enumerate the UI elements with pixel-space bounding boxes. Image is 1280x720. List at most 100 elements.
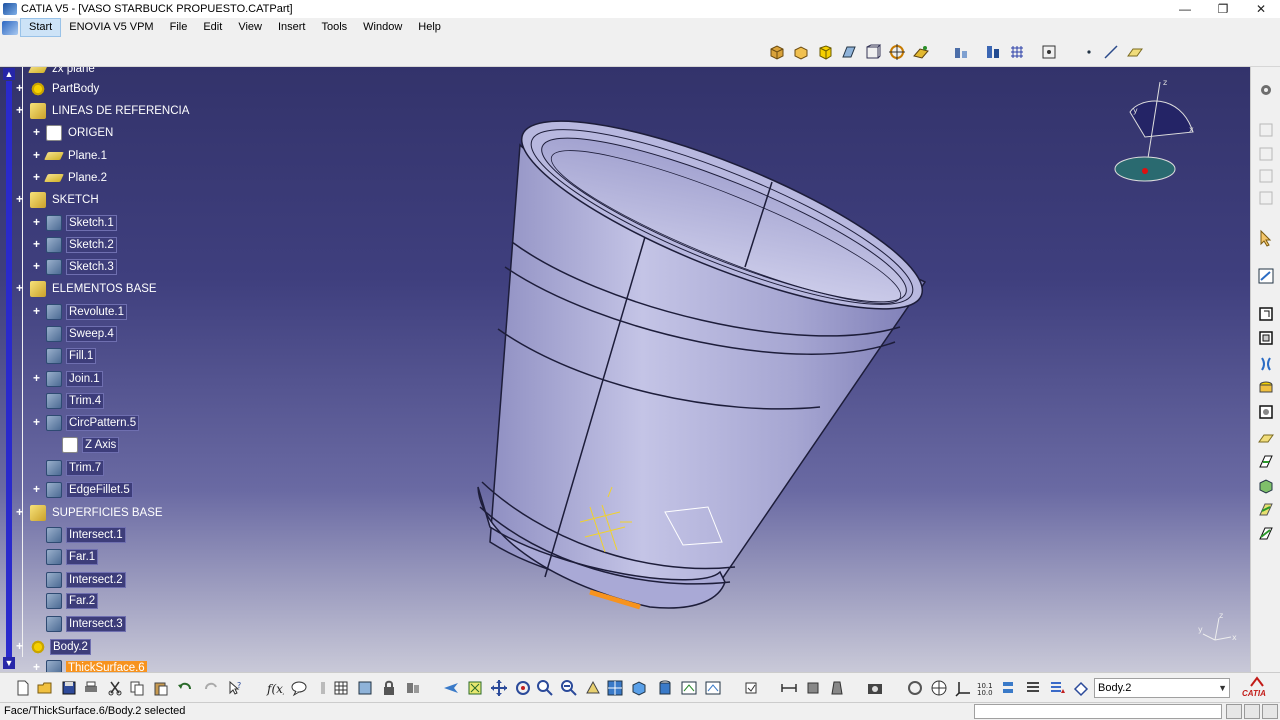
expand-plus-icon[interactable]: + bbox=[16, 192, 23, 206]
expand-plus-icon[interactable]: + bbox=[33, 170, 40, 184]
close-button[interactable]: ✕ bbox=[1242, 0, 1280, 18]
tree-node-superficies-base[interactable]: + SUPERFICIES BASE bbox=[16, 503, 165, 523]
menu-file[interactable]: File bbox=[162, 18, 196, 37]
tree-node-sweep-4[interactable]: Sweep.4 bbox=[46, 324, 117, 344]
tree-node-intersect-3[interactable]: Intersect.3 bbox=[46, 614, 126, 634]
restore-button[interactable]: ❐ bbox=[1204, 0, 1242, 18]
tree-node-edgefillet-5[interactable]: + EdgeFillet.5 bbox=[33, 480, 133, 500]
expand-plus-icon[interactable]: + bbox=[33, 148, 40, 162]
capture-icon[interactable] bbox=[866, 679, 884, 697]
tree-node-sketch-1[interactable]: + Sketch.1 bbox=[33, 213, 117, 233]
tree-node-far-1[interactable]: Far.1 bbox=[46, 547, 99, 567]
current-body-select[interactable]: Body.2 ▼ bbox=[1094, 678, 1230, 698]
expand-plus-icon[interactable]: + bbox=[16, 505, 23, 519]
tree-node-sketch-2[interactable]: + Sketch.2 bbox=[33, 235, 117, 255]
shell-icon[interactable] bbox=[840, 43, 858, 61]
command-input[interactable] bbox=[974, 704, 1222, 719]
tree-node-lineas-de-referencia[interactable]: + LINEAS DE REFERENCIA bbox=[16, 101, 191, 121]
multi-section-solid-icon[interactable] bbox=[1257, 525, 1275, 543]
tree-node-thicksurface-6[interactable]: + ThickSurface.6 bbox=[33, 658, 147, 672]
solid-box-icon[interactable] bbox=[768, 43, 786, 61]
fly-mode-icon[interactable] bbox=[442, 679, 460, 697]
tree-node-plane-1[interactable]: + Plane.1 bbox=[33, 146, 109, 166]
lock-icon[interactable] bbox=[380, 679, 398, 697]
expand-plus-icon[interactable]: + bbox=[33, 660, 40, 672]
menu-start[interactable]: Start bbox=[20, 18, 62, 37]
stop-button[interactable] bbox=[1244, 704, 1260, 719]
workbench-icon[interactable] bbox=[2, 20, 18, 35]
measure-icon[interactable] bbox=[952, 43, 970, 61]
tree-node-fill-1[interactable]: Fill.1 bbox=[46, 346, 97, 366]
hierarchy-icon[interactable] bbox=[1000, 679, 1018, 697]
pocket-icon[interactable] bbox=[1257, 329, 1275, 347]
menu-insert[interactable]: Insert bbox=[270, 18, 314, 37]
tree-node-intersect-2[interactable]: Intersect.2 bbox=[46, 570, 126, 590]
tree-node-intersect-1[interactable]: Intersect.1 bbox=[46, 525, 126, 545]
shaft-icon[interactable] bbox=[1257, 355, 1275, 373]
light-icon[interactable] bbox=[906, 679, 924, 697]
sketcher-icon[interactable] bbox=[1257, 267, 1275, 285]
open-folder-icon[interactable] bbox=[36, 679, 54, 697]
compass-icon[interactable]: z y x bbox=[1105, 77, 1205, 187]
multi-view-icon[interactable] bbox=[606, 679, 624, 697]
menu-edit[interactable]: Edit bbox=[195, 18, 230, 37]
zoom-in-icon[interactable] bbox=[536, 679, 554, 697]
tree-node-sketch-3[interactable]: + Sketch.3 bbox=[33, 257, 117, 277]
measure-inertia-icon[interactable] bbox=[828, 679, 846, 697]
tree-node-partbody[interactable]: + PartBody bbox=[16, 79, 101, 99]
iso-view-icon[interactable] bbox=[630, 679, 648, 697]
scroll-down-arrow-icon[interactable]: ▼ bbox=[3, 657, 15, 669]
menu-enovia[interactable]: ENOVIA V5 VPM bbox=[61, 18, 161, 37]
tree-node-far-2[interactable]: Far.2 bbox=[46, 591, 99, 611]
tree-node-body-2[interactable]: + Body.2 bbox=[16, 637, 91, 657]
rib-icon[interactable] bbox=[1257, 429, 1275, 447]
table-icon[interactable] bbox=[332, 679, 350, 697]
point-icon[interactable] bbox=[1080, 43, 1098, 61]
dimension-icon[interactable]: 10.110.0 bbox=[976, 679, 994, 697]
tree-node-sketch[interactable]: + SKETCH bbox=[16, 190, 101, 210]
hole-icon[interactable] bbox=[1257, 379, 1275, 397]
tree-node-join-1[interactable]: + Join.1 bbox=[33, 369, 103, 389]
tree-node-zx-plane[interactable]: zx plane bbox=[28, 67, 97, 79]
fit-all-icon[interactable] bbox=[466, 679, 484, 697]
expand-plus-icon[interactable]: + bbox=[33, 415, 40, 429]
normal-view-icon[interactable] bbox=[584, 679, 602, 697]
axis-system-icon[interactable] bbox=[954, 679, 972, 697]
expand-plus-icon[interactable]: + bbox=[33, 482, 40, 496]
tree-node-z-axis[interactable]: Z Axis bbox=[62, 435, 120, 455]
expand-plus-icon[interactable]: + bbox=[16, 281, 23, 295]
select-cursor-icon[interactable] bbox=[1257, 229, 1275, 247]
expand-plus-icon[interactable]: + bbox=[33, 125, 40, 139]
scroll-track[interactable] bbox=[6, 81, 12, 657]
stack-icon[interactable] bbox=[1048, 679, 1066, 697]
snap-icon[interactable] bbox=[1040, 43, 1058, 61]
quick-access-button[interactable] bbox=[1262, 704, 1278, 719]
cube-icon[interactable] bbox=[816, 43, 834, 61]
print-icon[interactable] bbox=[82, 679, 100, 697]
menu-tools[interactable]: Tools bbox=[313, 18, 355, 37]
expand-plus-icon[interactable]: + bbox=[16, 639, 23, 653]
grid-icon[interactable] bbox=[1008, 43, 1026, 61]
measure-between-icon[interactable] bbox=[780, 679, 798, 697]
minimize-button[interactable]: — bbox=[1166, 0, 1204, 18]
stiffener-icon[interactable] bbox=[1257, 501, 1275, 519]
pan-icon[interactable] bbox=[490, 679, 508, 697]
shading-icon[interactable] bbox=[656, 679, 674, 697]
copy-icon[interactable] bbox=[128, 679, 146, 697]
tree-node-circpattern-5[interactable]: + CircPattern.5 bbox=[33, 413, 140, 433]
tree-node-elementos-base[interactable]: + ELEMENTOS BASE bbox=[16, 279, 159, 299]
expand-plus-icon[interactable]: + bbox=[33, 237, 40, 251]
solid-combine-icon[interactable] bbox=[1257, 477, 1275, 495]
tree-node-trim-4[interactable]: Trim.4 bbox=[46, 391, 105, 411]
tree-node-origen[interactable]: + ORIGEN bbox=[33, 123, 115, 143]
comment-icon[interactable] bbox=[290, 679, 308, 697]
render-style-icon[interactable] bbox=[912, 43, 930, 61]
expand-plus-icon[interactable]: + bbox=[33, 259, 40, 273]
swap-space-icon[interactable] bbox=[704, 679, 722, 697]
expand-plus-icon[interactable]: + bbox=[16, 81, 23, 95]
menu-help[interactable]: Help bbox=[410, 18, 449, 37]
menu-window[interactable]: Window bbox=[355, 18, 410, 37]
hide-show-icon[interactable] bbox=[680, 679, 698, 697]
analysis-icon[interactable] bbox=[984, 43, 1002, 61]
workbench-tool-icon[interactable] bbox=[404, 679, 422, 697]
